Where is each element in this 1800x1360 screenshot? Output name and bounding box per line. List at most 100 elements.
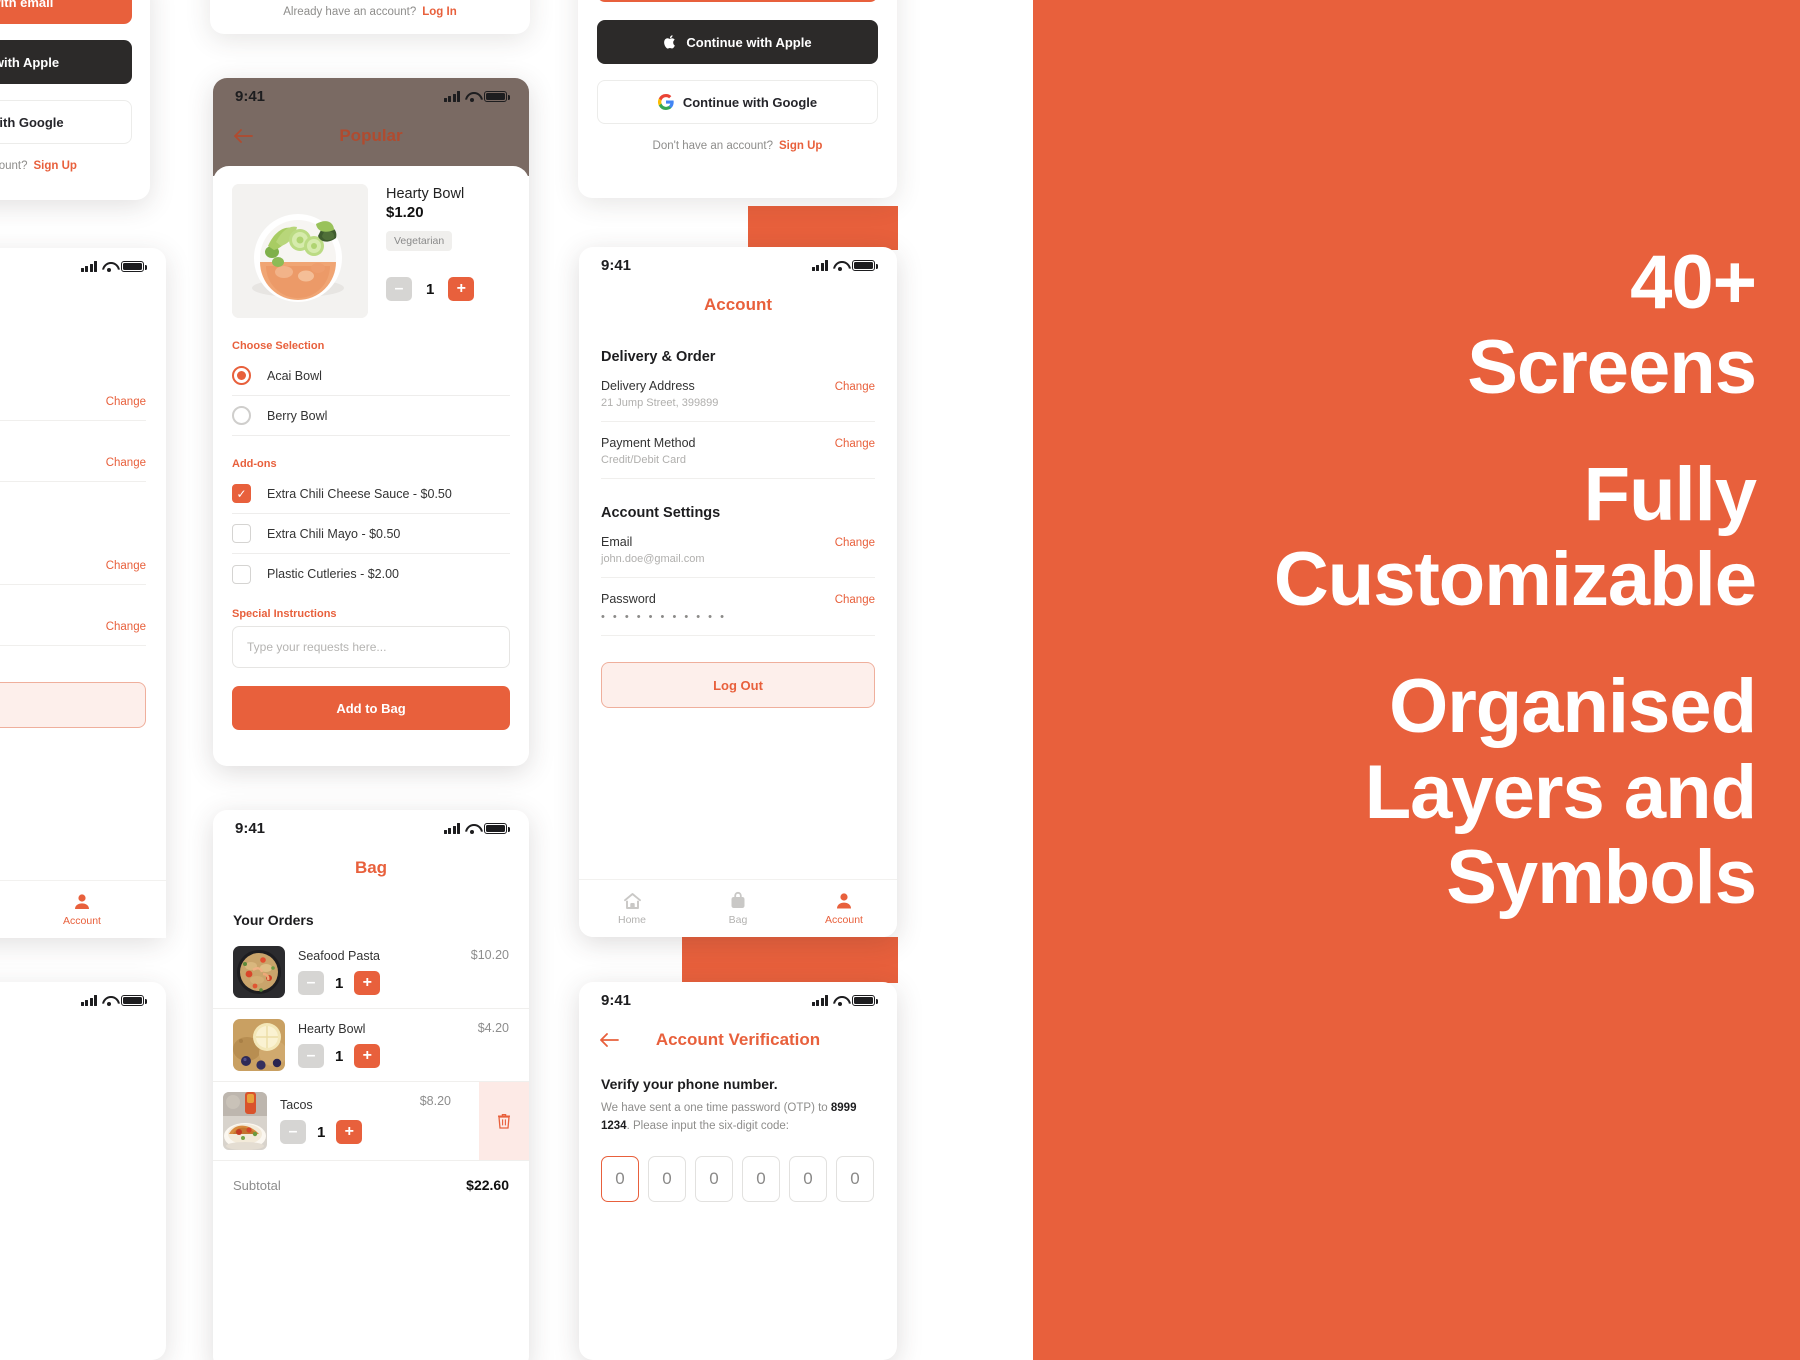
checkbox-icon[interactable]	[232, 564, 251, 584]
table-row[interactable]: Password • • • • • • • • • • • Change	[601, 578, 875, 636]
change-link[interactable]: Change	[835, 535, 875, 549]
wifi-icon	[102, 995, 116, 1006]
item-thumbnail	[233, 1019, 285, 1071]
verify-heading: Verify your phone number.	[601, 1076, 778, 1092]
otp-digit[interactable]: 0	[789, 1155, 827, 1202]
product-info: Hearty Bowl $1.20 Vegetarian – 1 +	[386, 184, 510, 318]
checkbox-option-cutleries[interactable]: Plastic Cutleries - $2.00	[232, 554, 510, 594]
decrement-button[interactable]: –	[298, 1044, 324, 1068]
person-icon	[837, 893, 851, 909]
special-instructions-input[interactable]	[232, 626, 510, 668]
decrement-button[interactable]: –	[386, 277, 412, 301]
signup-link[interactable]: Sign Up	[34, 160, 77, 172]
hearty-bowl-photo	[233, 1019, 285, 1071]
change-link[interactable]: Change	[835, 379, 875, 393]
product-header: Hearty Bowl $1.20 Vegetarian – 1 +	[232, 184, 510, 318]
continue-with-apple-button[interactable]: Continue with Apple	[597, 20, 878, 64]
increment-button[interactable]: +	[354, 971, 381, 995]
decrement-button[interactable]: –	[280, 1120, 306, 1144]
change-link[interactable]: Change	[835, 436, 875, 450]
checkbox-icon[interactable]	[232, 524, 251, 543]
table-row[interactable]: Change	[0, 544, 146, 585]
tab-bag[interactable]: Bag	[685, 891, 791, 926]
promo-layers: Layers and	[1364, 749, 1757, 835]
increment-button[interactable]: +	[336, 1120, 363, 1144]
logout-button[interactable]: Log Out	[601, 662, 875, 708]
decrement-button[interactable]: –	[298, 971, 324, 995]
increment-button[interactable]: +	[354, 1044, 381, 1068]
back-arrow-icon[interactable]	[599, 1033, 619, 1047]
table-row[interactable]: Hearty Bowl – 1 + $4.20	[213, 1009, 529, 1082]
continue-with-google-button[interactable]: Continue with Google	[0, 100, 132, 144]
otp-digit[interactable]: 0	[601, 1155, 639, 1202]
partial-verification-screen: Verification umber. e password (OTP) to …	[0, 982, 166, 1360]
increment-button[interactable]: +	[448, 277, 475, 301]
status-icons	[811, 259, 878, 271]
nav-bar: Popular	[213, 114, 529, 158]
signal-icon	[443, 822, 460, 834]
table-row[interactable]: Tacos – 1 + $8.20	[213, 1082, 529, 1161]
table-row[interactable]: Change	[0, 380, 146, 421]
otp-digit[interactable]: 0	[695, 1155, 733, 1202]
bag-icon	[731, 891, 745, 908]
change-link[interactable]: Change	[106, 619, 146, 633]
change-link[interactable]: Change	[106, 394, 146, 408]
radio-option-berry[interactable]: Berry Bowl	[232, 396, 510, 436]
continue-with-google-button[interactable]: Continue with Google	[597, 80, 878, 124]
quantity-value: 1	[426, 280, 435, 298]
table-row[interactable]: Delivery Address 21 Jump Street, 399899 …	[601, 365, 875, 422]
otp-digit[interactable]: 0	[742, 1155, 780, 1202]
login-link[interactable]: Log In	[422, 6, 457, 18]
your-orders-heading: Your Orders	[233, 912, 314, 928]
tab-home[interactable]: Home	[579, 892, 685, 926]
promo-symbols: Symbols	[1446, 834, 1757, 920]
partial-continue-card: Continue with email Continue with Apple …	[578, 0, 897, 198]
otp-digit[interactable]: 0	[648, 1155, 686, 1202]
change-link[interactable]: Change	[106, 455, 146, 469]
promo-line-1: 40+ Screens	[1076, 240, 1757, 410]
quantity-value: 1	[335, 974, 344, 992]
row-label: Payment Method	[601, 436, 696, 450]
item-name: Seafood Pasta	[298, 949, 381, 963]
quantity-stepper: – 1 +	[298, 1044, 465, 1068]
back-arrow-icon[interactable]	[233, 129, 253, 143]
table-row[interactable]: Change	[0, 605, 146, 646]
continue-with-apple-button[interactable]: Continue with Apple	[0, 40, 132, 84]
tab-account[interactable]: Account	[791, 891, 897, 926]
table-row[interactable]: Payment Method Credit/Debit Card Change	[601, 422, 875, 479]
option-label: Extra Chili Cheese Sauce - $0.50	[267, 486, 452, 501]
table-row[interactable]: Seafood Pasta – 1 + $10.20	[213, 936, 529, 1009]
wifi-icon	[465, 91, 479, 102]
checkbox-option-chili-cheese[interactable]: ✓ Extra Chili Cheese Sauce - $0.50	[232, 474, 510, 514]
promo-line-3: Organised Layers and Symbols	[1076, 664, 1757, 920]
continue-with-email-button[interactable]: Continue with email	[0, 0, 132, 24]
screenshot-root: 40+ Screens Fully Customizable Organised…	[0, 0, 1800, 1360]
item-thumbnail	[233, 946, 285, 998]
checkbox-icon-checked[interactable]: ✓	[232, 484, 251, 503]
partial-auth-card: Continue with email Continue with Apple …	[0, 0, 150, 200]
logout-button[interactable]: g Out	[0, 682, 146, 728]
checkbox-option-chili-mayo[interactable]: Extra Chili Mayo - $0.50	[232, 514, 510, 554]
radio-icon-selected[interactable]	[232, 366, 251, 385]
status-icons	[443, 90, 510, 102]
verify-body-1: e password (OTP) to	[0, 1120, 166, 1138]
otp-digit[interactable]: 0	[836, 1155, 874, 1202]
battery-icon	[484, 822, 510, 834]
option-label: Extra Chili Mayo - $0.50	[267, 526, 401, 541]
table-row[interactable]: Email john.doe@gmail.com Change	[601, 521, 875, 578]
quantity-value: 1	[317, 1123, 326, 1141]
otp-input-group: 0 0 0	[0, 1180, 166, 1226]
delete-item-button[interactable]	[479, 1082, 529, 1160]
row-label: Password	[601, 592, 656, 606]
table-row[interactable]: Change	[0, 441, 146, 482]
auth-footer-text: Don't have an account?	[652, 140, 774, 152]
add-to-bag-button[interactable]: Add to Bag	[232, 686, 510, 730]
radio-icon[interactable]	[232, 406, 251, 425]
signup-link[interactable]: Sign Up	[779, 140, 822, 152]
radio-option-acai[interactable]: Acai Bowl	[232, 356, 510, 396]
continue-with-email-button[interactable]: Continue with email	[597, 0, 878, 2]
tab-account[interactable]: Account	[0, 892, 166, 927]
change-link[interactable]: Change	[835, 592, 875, 606]
quantity-stepper: – 1 +	[298, 971, 458, 995]
change-link[interactable]: Change	[106, 558, 146, 572]
